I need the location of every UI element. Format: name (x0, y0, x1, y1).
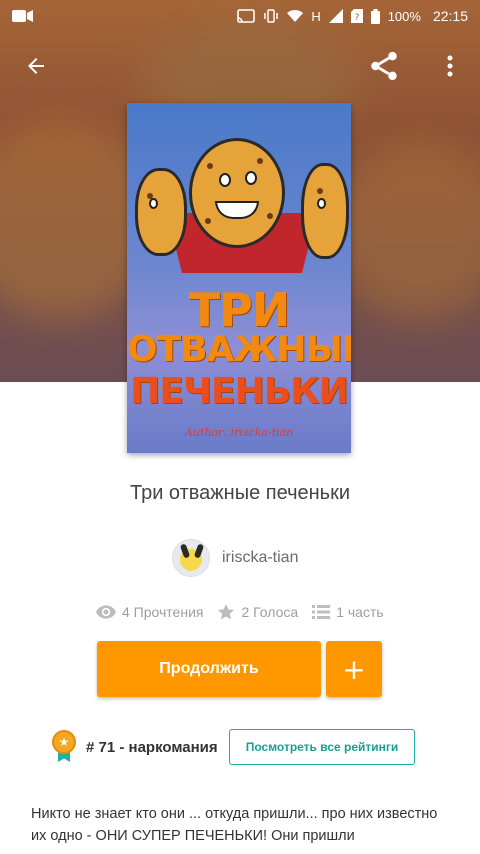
more-vertical-icon (447, 55, 453, 77)
avatar[interactable] (172, 539, 210, 577)
view-all-rankings-button[interactable]: Посмотреть все рейтинги (229, 729, 415, 765)
ranking-row: ★ # 71 - наркомания (52, 728, 218, 766)
reads-count: 4 Прочтения (122, 604, 204, 620)
story-title: Три отважные печеньки (129, 482, 350, 504)
battery-percent: 100% (387, 8, 421, 24)
add-to-library-button[interactable]: + (326, 641, 382, 697)
parts-count: 1 часть (336, 604, 384, 620)
story-stats: 4 Прочтения 2 Голоса 1 часть (96, 600, 398, 624)
wifi-icon (287, 9, 304, 22)
sim-unknown-icon: ? (350, 9, 363, 23)
eye-icon (96, 605, 116, 619)
medal-icon: ★ (52, 730, 76, 764)
more-options-button[interactable] (430, 46, 470, 86)
back-button[interactable] (16, 46, 56, 86)
story-description: Никто не знает кто они ... откуда пришли… (31, 806, 438, 844)
votes-stat: 2 Голоса (217, 603, 298, 621)
signal-icon (328, 9, 343, 23)
status-bar: H ? 100% 22:15 (0, 0, 480, 32)
parts-stat: 1 часть (312, 604, 384, 620)
star-icon (218, 604, 235, 620)
share-icon (371, 51, 397, 81)
reads-stat: 4 Прочтения (96, 604, 203, 620)
list-icon (312, 605, 331, 619)
video-call-icon (12, 10, 33, 22)
cast-icon (237, 9, 256, 23)
story-cover-image[interactable]: ТРИ ОТВАЖНЫЕ ПЕЧЕНЬКИ Author: iriscka-ti… (127, 103, 351, 453)
author-name[interactable]: iriscka-tian (222, 549, 298, 567)
cover-author-caption: Author: iriscka-tian (185, 426, 294, 439)
cover-title-line-2: ОТВАЖНЫЕ (127, 329, 351, 370)
rank-text: # 71 - наркомания (86, 738, 218, 756)
author-link[interactable]: iriscka-tian (172, 539, 298, 577)
svg-text:?: ? (354, 13, 359, 23)
battery-icon (370, 8, 380, 24)
network-type-label: H (311, 8, 321, 24)
toolbar (0, 40, 480, 96)
clock: 22:15 (432, 8, 468, 24)
cover-title-line-3: ПЕЧЕНЬКИ (130, 371, 349, 412)
share-button[interactable] (364, 46, 404, 86)
arrow-left-icon (28, 58, 44, 74)
continue-reading-button[interactable]: Продолжить (97, 641, 321, 697)
vibrate-icon (264, 9, 279, 23)
votes-count: 2 Голоса (241, 604, 299, 620)
